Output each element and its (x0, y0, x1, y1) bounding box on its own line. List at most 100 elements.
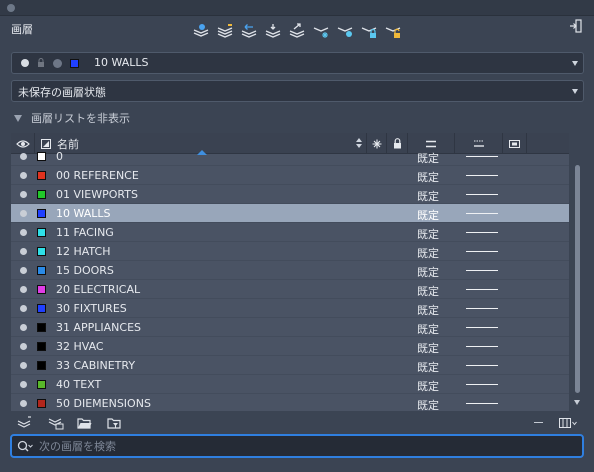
layer-linetype[interactable]: 既定 (417, 359, 439, 375)
layer-on-icon[interactable] (20, 267, 27, 274)
layer-row[interactable]: 32 HVAC 既定 (11, 337, 569, 356)
layer-row[interactable]: 0 既定 (11, 147, 569, 166)
layer-color-swatch[interactable] (37, 285, 46, 294)
layer-lineweight[interactable] (466, 175, 498, 176)
layer-lineweight[interactable] (466, 270, 498, 271)
freeze-layer-button[interactable] (310, 20, 332, 42)
layer-on-icon[interactable] (20, 324, 27, 331)
layer-linetype[interactable]: 既定 (417, 340, 439, 356)
layer-row[interactable]: 33 CABINETRY 既定 (11, 356, 569, 375)
match-layer-button[interactable] (214, 20, 236, 42)
layer-on-icon[interactable] (20, 400, 27, 407)
layer-row[interactable]: 40 TEXT 既定 (11, 375, 569, 394)
layer-linetype[interactable]: 既定 (417, 302, 439, 318)
layer-color-swatch[interactable] (37, 399, 46, 408)
layer-linetype[interactable]: 既定 (417, 188, 439, 204)
layer-row[interactable]: 15 DOORS 既定 (11, 261, 569, 280)
previous-layer-icon (241, 24, 257, 38)
open-layer-state-button[interactable] (75, 415, 93, 431)
layer-row[interactable]: 12 HATCH 既定 (11, 242, 569, 261)
layer-on-icon[interactable] (20, 172, 27, 179)
layer-row[interactable]: 31 APPLIANCES 既定 (11, 318, 569, 337)
layer-on-icon[interactable] (20, 229, 27, 236)
layer-off-button[interactable] (334, 20, 356, 42)
layer-linetype[interactable]: 既定 (417, 264, 439, 280)
layer-on-icon[interactable] (20, 362, 27, 369)
layer-color-swatch[interactable] (37, 171, 46, 180)
layer-on-icon[interactable] (20, 248, 27, 255)
layer-row[interactable]: 01 VIEWPORTS 既定 (11, 185, 569, 204)
layer-linetype[interactable]: 既定 (417, 169, 439, 185)
lock-layer-icon (361, 27, 377, 38)
isolate-layer-button[interactable] (262, 20, 284, 42)
lock-layer-button[interactable] (358, 20, 380, 42)
scroll-down-arrow-icon[interactable] (574, 400, 580, 405)
new-vp-frozen-layer-button[interactable] (47, 415, 65, 431)
layer-linetype[interactable]: 既定 (417, 378, 439, 394)
collapse-minus-icon[interactable] (534, 422, 543, 423)
layer-row[interactable]: 11 FACING 既定 (11, 223, 569, 242)
layer-filter-folder-button[interactable] (105, 415, 123, 431)
unisolate-layer-button[interactable] (286, 20, 308, 42)
layer-state-dropdown[interactable]: 未保存の画層状態 (11, 80, 584, 102)
layer-color-swatch[interactable] (37, 304, 46, 313)
layer-linetype[interactable]: 既定 (417, 150, 439, 166)
layer-lineweight[interactable] (466, 213, 498, 214)
layer-lineweight[interactable] (466, 289, 498, 290)
layer-search-box[interactable] (10, 434, 584, 458)
layer-lineweight[interactable] (466, 194, 498, 195)
new-layer-button[interactable] (16, 415, 34, 431)
layer-on-icon[interactable] (20, 191, 27, 198)
layer-lineweight[interactable] (466, 365, 498, 366)
layer-color-swatch[interactable] (37, 228, 46, 237)
lock-icon (38, 58, 44, 67)
layer-linetype[interactable]: 既定 (417, 397, 439, 411)
layer-linetype[interactable]: 既定 (417, 226, 439, 242)
unlock-layer-button[interactable] (382, 20, 404, 42)
dock-panel-icon[interactable] (570, 19, 582, 33)
layer-row[interactable]: 20 ELECTRICAL 既定 (11, 280, 569, 299)
layer-on-icon[interactable] (20, 286, 27, 293)
search-input[interactable] (39, 437, 559, 455)
layer-linetype[interactable]: 既定 (417, 321, 439, 337)
layer-color-swatch[interactable] (37, 361, 46, 370)
layer-on-icon[interactable] (20, 210, 27, 217)
window-close-dot[interactable] (7, 4, 15, 12)
layer-on-icon[interactable] (20, 343, 27, 350)
layer-color-swatch[interactable] (37, 266, 46, 275)
scrollbar-thumb[interactable] (575, 165, 580, 393)
layer-row[interactable]: 30 FIXTURES 既定 (11, 299, 569, 318)
layer-on-icon[interactable] (20, 381, 27, 388)
layer-linetype[interactable]: 既定 (417, 207, 439, 223)
current-layer-dropdown[interactable]: 10 WALLS (11, 52, 584, 74)
layer-lineweight[interactable] (466, 346, 498, 347)
toggle-layer-list-label: 画層リストを非表示 (31, 112, 130, 125)
layer-lineweight[interactable] (466, 384, 498, 385)
layer-on-icon[interactable] (20, 153, 27, 160)
layer-row[interactable]: 00 REFERENCE 既定 (11, 166, 569, 185)
layer-color-swatch[interactable] (37, 209, 46, 218)
layer-color-swatch[interactable] (37, 152, 46, 161)
layer-linetype[interactable]: 既定 (417, 283, 439, 299)
layer-lineweight[interactable] (466, 403, 498, 404)
chevron-down-icon (572, 89, 578, 94)
layer-lineweight[interactable] (466, 327, 498, 328)
layer-color-swatch[interactable] (37, 247, 46, 256)
layer-lineweight[interactable] (466, 308, 498, 309)
column-settings-icon[interactable] (559, 417, 577, 429)
layer-color-swatch[interactable] (37, 342, 46, 351)
layer-color-swatch[interactable] (37, 323, 46, 332)
toggle-layer-list[interactable]: 画層リストを非表示 (14, 110, 130, 126)
layer-properties-button[interactable] (190, 20, 212, 42)
previous-layer-button[interactable] (238, 20, 260, 42)
layer-on-icon[interactable] (20, 305, 27, 312)
layer-lineweight[interactable] (466, 251, 498, 252)
layer-lineweight[interactable] (466, 156, 498, 157)
layer-linetype[interactable]: 既定 (417, 245, 439, 261)
layer-lineweight[interactable] (466, 232, 498, 233)
layer-list-scrollbar[interactable] (573, 155, 581, 407)
layer-row[interactable]: 10 WALLS 既定 (11, 204, 569, 223)
layer-color-swatch[interactable] (37, 190, 46, 199)
layer-row[interactable]: 50 DIEMENSIONS 既定 (11, 394, 569, 411)
layer-color-swatch[interactable] (37, 380, 46, 389)
